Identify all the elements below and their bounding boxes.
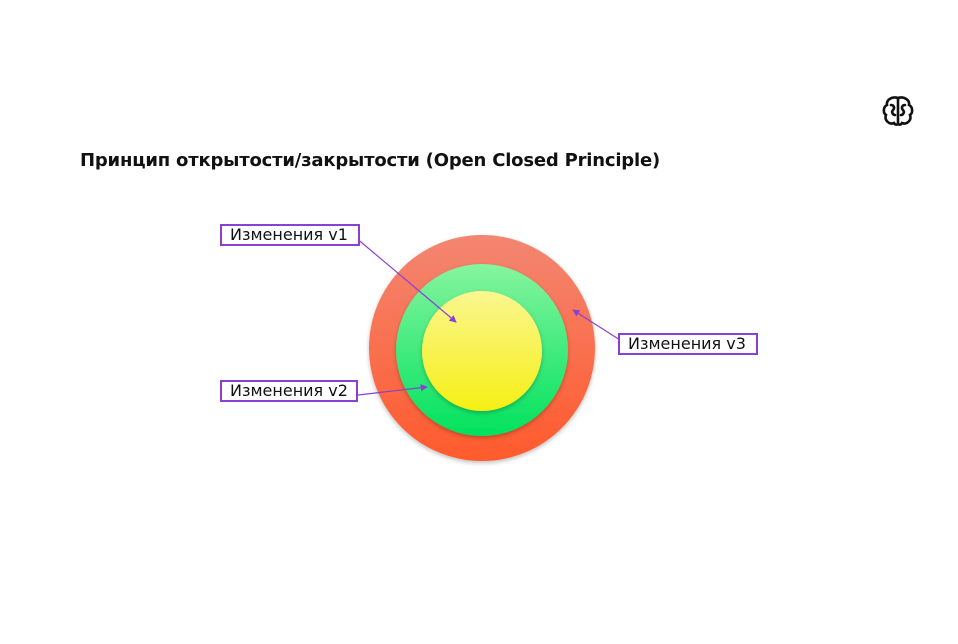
label-changes-v1: Изменения v1 [220,224,360,246]
slide: Принцип открытости/закрытости (Open Clos… [0,0,958,644]
label-changes-v3: Изменения v3 [618,333,758,355]
ocp-diagram [354,235,621,461]
label-changes-v2: Изменения v2 [220,380,358,402]
